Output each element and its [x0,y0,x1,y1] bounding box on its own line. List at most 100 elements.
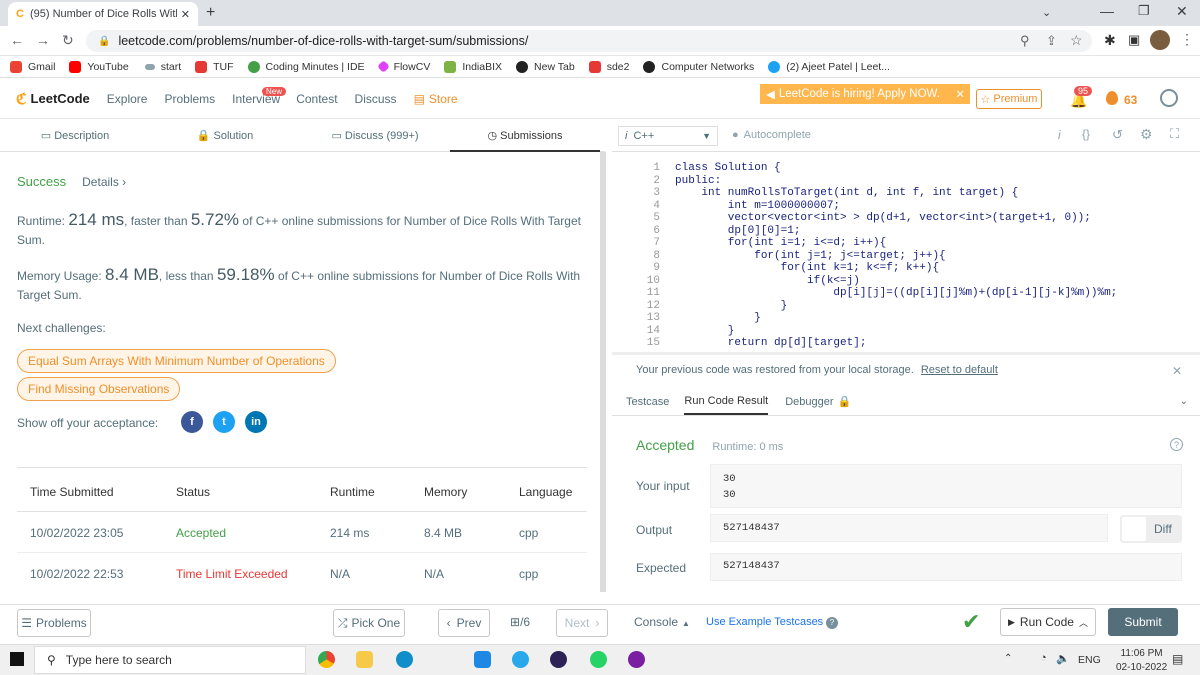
next-button[interactable]: Next › [556,609,608,637]
chevron-down-icon[interactable]: ⌄ [1042,6,1051,19]
search-icon[interactable]: ⚲ [1020,33,1030,49]
help-icon[interactable]: ? [826,617,838,629]
tab-testcase[interactable]: Testcase [626,396,669,408]
braces-icon[interactable]: {} [1082,127,1090,141]
bookmark-tuf[interactable]: TUF [195,60,234,73]
code-line[interactable]: int numRollsToTarget(int d, int f, int t… [675,187,1018,199]
bookmark-flowcv[interactable]: FlowCV [376,60,430,73]
tab-description[interactable]: ▭ Description [0,120,150,152]
header-time[interactable]: Time Submitted [30,485,114,499]
bookmark-computer-networks[interactable]: Computer Networks [643,60,754,73]
minimize-icon[interactable]: — [1100,3,1114,19]
challenge-find-missing[interactable]: Find Missing Observations [17,377,181,401]
language-indicator[interactable]: ENG [1078,654,1101,666]
autocomplete-toggle[interactable]: ● Autocomplete [732,129,811,141]
reset-icon[interactable]: ↺ [1112,127,1123,143]
run-code-button[interactable]: ▶ Run Code ︿ [1000,608,1096,636]
extension-icon[interactable]: ✱ [1104,32,1116,49]
problem-counter[interactable]: ⊞/6 [510,615,530,629]
table-row[interactable]: 10/02/2022 23:05 Accepted 214 ms 8.4 MB … [17,513,587,553]
volume-icon[interactable]: 🔈 [1056,652,1070,665]
nav-problems[interactable]: Problems [164,92,215,106]
bookmark-gmail[interactable]: Gmail [10,60,55,73]
code-line[interactable]: for(int i=1; i<=d; i++){ [675,237,886,249]
code-line[interactable]: } [675,312,761,324]
bookmark-indiabix[interactable]: IndiaBIX [444,60,502,73]
edge-icon[interactable] [396,651,413,668]
premium-button[interactable]: ☆ Premium [976,89,1042,109]
eclipse-icon[interactable] [550,651,567,668]
code-line[interactable]: dp[0][0]=1; [675,225,801,237]
pick-one-button[interactable]: ⤮ Pick One [333,609,405,637]
user-avatar-icon[interactable] [1160,89,1178,107]
settings-icon[interactable]: ⚙ [1140,126,1153,143]
header-memory[interactable]: Memory [424,485,467,499]
tab-submissions[interactable]: ◷ Submissions [450,120,600,152]
challenge-equal-sum[interactable]: Equal Sum Arrays With Minimum Number of … [17,349,336,373]
nav-explore[interactable]: Explore [107,92,148,106]
tray-chevron-icon[interactable]: ⌃ [1004,653,1012,664]
telegram-icon[interactable] [512,651,529,668]
reload-icon[interactable]: ↻ [62,32,74,49]
code-line[interactable]: vector<vector<int> > dp(d+1, vector<int>… [675,212,1091,224]
close-message-icon[interactable]: ✕ [1172,364,1182,378]
header-runtime[interactable]: Runtime [330,485,375,499]
cell-status-tle[interactable]: Time Limit Exceeded [176,567,288,581]
info-icon[interactable]: i [1058,128,1061,142]
problems-button[interactable]: ☰ Problems [17,609,91,637]
reset-default-link[interactable]: Reset to default [921,364,998,376]
code-line[interactable]: return dp[d][target]; [675,337,867,349]
linkedin-icon[interactable]: in [245,411,267,433]
new-tab-icon[interactable]: + [206,4,215,22]
taskbar-search-box[interactable]: ⚲ Type here to search [34,646,306,674]
code-line[interactable]: for(int j=1; j<=target; j++){ [675,250,945,262]
restore-icon[interactable]: ❐ [1138,3,1150,19]
close-banner-icon[interactable]: ✕ [955,87,965,101]
chrome-icon[interactable] [318,651,335,668]
streak-count[interactable]: 63 [1124,93,1137,107]
fullscreen-icon[interactable]: ⛶ [1170,126,1179,142]
bookmark-start[interactable]: start [144,61,181,73]
nav-contest[interactable]: Contest [296,92,337,106]
code-line[interactable]: dp[i][j]=((dp[i][j]%m)+(dp[i-1][j-k]%m))… [675,287,1117,299]
header-status[interactable]: Status [176,485,210,499]
forward-icon[interactable]: → [36,32,50,48]
vscode-icon[interactable] [474,651,491,668]
splitter[interactable] [600,152,606,592]
console-toggle[interactable]: Console ▲ [634,615,690,629]
facebook-icon[interactable]: f [181,411,203,433]
header-language[interactable]: Language [519,485,572,499]
profile-avatar[interactable] [1150,30,1170,50]
code-line[interactable]: class Solution { [675,162,781,174]
code-line[interactable]: if(k<=j) [675,275,860,287]
windows-start-icon[interactable] [10,652,24,666]
whatsapp-icon[interactable] [590,651,607,668]
bookmark-ajeet-patel[interactable]: (2) Ajeet Patel | Leet... [768,60,890,73]
bookmark-sde2[interactable]: sde2 [588,60,629,73]
help-icon[interactable]: ? [1170,438,1183,451]
close-tab-icon[interactable]: ✕ [181,8,190,21]
diff-toggle[interactable]: Diff [1120,515,1182,543]
tab-debugger[interactable]: Debugger 🔒 [785,395,851,409]
prev-button[interactable]: ‹ Prev [438,609,490,637]
code-editor[interactable]: 1 class Solution {2 public: 3 int numRollsT… [630,160,1200,350]
tab-discuss[interactable]: ▭ Discuss (999+) [300,120,450,152]
code-line[interactable]: } [675,300,788,312]
close-window-icon[interactable]: ✕ [1176,3,1188,20]
notifications-icon[interactable]: ▤ [1172,652,1183,666]
network-icon[interactable]: ◔ [1040,652,1047,664]
more-menu-icon[interactable]: ⋮ [1180,31,1194,48]
clock[interactable]: 11:06 PM 02-10-2022 [1116,647,1167,675]
collapse-icon[interactable]: ⌄ [1180,396,1188,407]
bookmark-youtube[interactable]: YouTube [69,60,129,73]
code-line[interactable]: int m=1000000007; [675,200,840,212]
tab-solution[interactable]: 🔒 Solution [150,120,300,152]
file-explorer-icon[interactable] [356,651,373,668]
details-link[interactable]: Details › [82,175,126,189]
bookmark-new-tab[interactable]: New Tab [516,60,575,73]
share-icon[interactable]: ⇪ [1046,33,1057,49]
twitter-icon[interactable]: t [213,411,235,433]
github-icon[interactable] [628,651,645,668]
star-icon[interactable]: ☆ [1070,32,1083,49]
submit-button[interactable]: Submit [1108,608,1178,636]
